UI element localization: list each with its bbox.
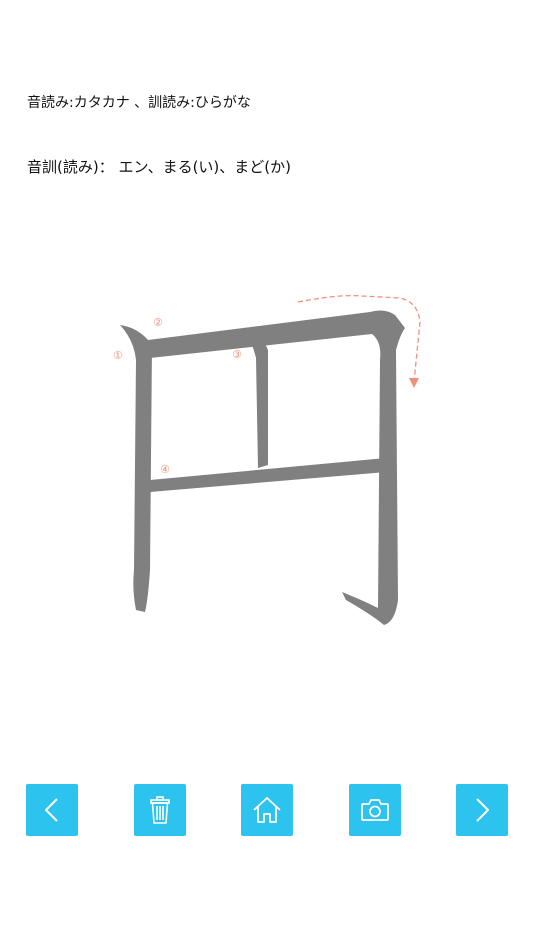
chevron-right-icon bbox=[476, 798, 489, 822]
home-icon bbox=[253, 797, 281, 823]
home-button[interactable] bbox=[241, 784, 293, 836]
kanji-stroke-1 bbox=[120, 325, 152, 612]
next-button[interactable] bbox=[456, 784, 508, 836]
camera-icon bbox=[361, 799, 389, 821]
stroke-label-3: ③ bbox=[232, 348, 242, 361]
stroke-label-2: ② bbox=[153, 316, 163, 329]
reading-text: 音訓(読み)： エン、まる(い)、まど(か) bbox=[27, 158, 291, 176]
clear-button[interactable] bbox=[134, 784, 186, 836]
chevron-left-icon bbox=[45, 798, 58, 822]
arrow-head-icon bbox=[409, 378, 419, 388]
screenshot-button[interactable] bbox=[349, 784, 401, 836]
kanji-stroke-3 bbox=[246, 332, 268, 468]
previous-button[interactable] bbox=[26, 784, 78, 836]
stroke-label-1: ① bbox=[113, 349, 123, 362]
bottom-toolbar bbox=[0, 784, 534, 836]
stroke-label-4: ④ bbox=[160, 463, 170, 476]
legend-text: 音読み:カタカナ 、訓読み:ひらがな bbox=[27, 95, 251, 111]
kanji-en-glyph: ① ② ③ ④ bbox=[113, 294, 421, 625]
trash-icon bbox=[150, 796, 170, 824]
kanji-drawing-canvas[interactable]: ① ② ③ ④ bbox=[0, 270, 534, 650]
